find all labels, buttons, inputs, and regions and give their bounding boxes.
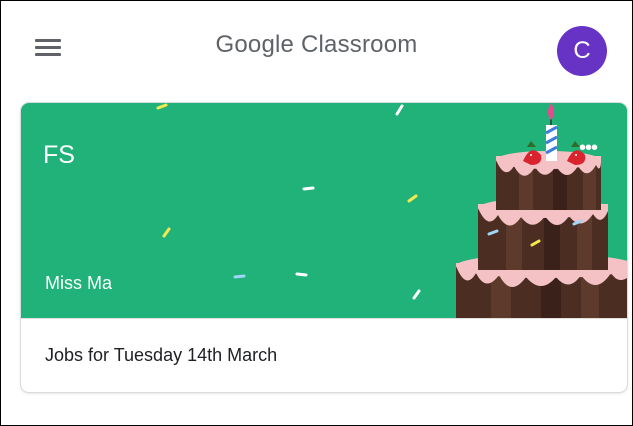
- teacher-name: Miss Ma: [45, 273, 112, 293]
- account-avatar[interactable]: C: [557, 26, 607, 76]
- class-card[interactable]: FS Miss Ma ••• Jobs for Tuesday 14th Mar…: [20, 102, 628, 393]
- app-title: Google Classroom: [215, 31, 418, 58]
- more-options-icon[interactable]: •••: [573, 138, 603, 160]
- candle: [545, 103, 558, 161]
- upcoming-assignment[interactable]: Jobs for Tuesday 14th March: [21, 318, 627, 392]
- class-banner[interactable]: FS Miss Ma •••: [21, 103, 627, 318]
- app-window: Google Classroom C FS Miss Ma ••• Jobs f…: [0, 0, 633, 426]
- class-name[interactable]: FS: [43, 141, 75, 170]
- sprinkles: [156, 103, 421, 300]
- top-app-bar: Google Classroom C: [1, 1, 632, 93]
- assignment-title: Jobs for Tuesday 14th March: [45, 345, 278, 365]
